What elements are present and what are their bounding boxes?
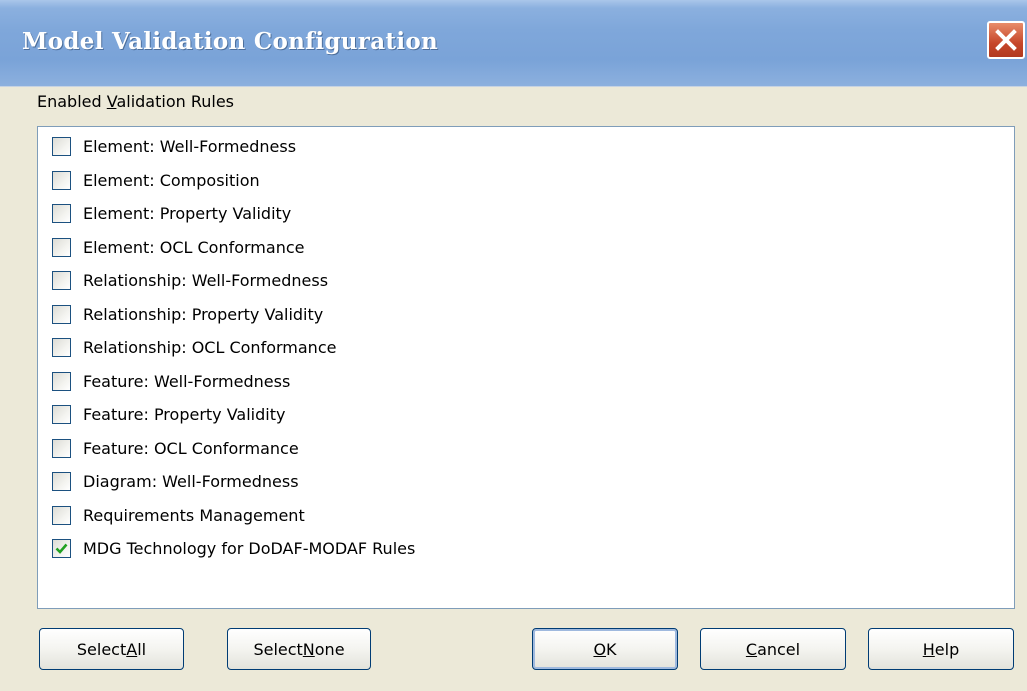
rule-label: Feature: Property Validity: [83, 405, 286, 424]
button-mnemonic: H: [922, 639, 935, 659]
rule-label: Element: Property Validity: [83, 204, 292, 223]
button-mnemonic: C: [745, 639, 758, 659]
button-label-suffix: one: [314, 639, 345, 659]
title-bar[interactable]: Model Validation Configuration: [0, 0, 1027, 87]
button-mnemonic: A: [126, 639, 138, 659]
button-label-suffix: K: [606, 639, 617, 659]
rule-checkbox[interactable]: [52, 371, 71, 391]
rule-label: Relationship: Well-Formedness: [83, 271, 329, 290]
button-label-suffix: ancel: [757, 639, 801, 659]
rule-item[interactable]: Element: Well-Formedness: [52, 130, 296, 163]
checkmark-icon: [55, 543, 68, 554]
label-text-prefix: Enabled: [37, 92, 107, 111]
rule-label: Element: Composition: [83, 170, 260, 190]
rule-checkbox[interactable]: [52, 505, 71, 525]
close-button[interactable]: [987, 21, 1025, 59]
ok-button[interactable]: OK: [532, 628, 678, 670]
rule-checkbox[interactable]: [52, 405, 71, 424]
rule-checkbox[interactable]: [52, 338, 71, 357]
rule-item[interactable]: Element: Property Validity: [52, 197, 291, 230]
rule-item[interactable]: Relationship: Well-Formedness: [52, 264, 328, 297]
rule-checkbox[interactable]: [52, 304, 71, 324]
rule-checkbox[interactable]: [52, 271, 71, 290]
button-label-prefix: Select: [253, 639, 303, 659]
rule-label: Relationship: Property Validity: [83, 304, 324, 324]
label-text-suffix: alidation Rules: [116, 92, 235, 111]
button-label-prefix: Select: [76, 639, 127, 659]
button-label-suffix: ll: [137, 639, 147, 659]
select-all-button[interactable]: Select All: [39, 628, 184, 670]
rule-checkbox[interactable]: [52, 438, 71, 458]
rule-label: Diagram: Well-Formedness: [83, 472, 299, 491]
window-title: Model Validation Configuration: [22, 28, 439, 55]
rule-label: Element: OCL Conformance: [83, 237, 305, 257]
rule-label: Relationship: OCL Conformance: [83, 338, 337, 357]
rule-checkbox[interactable]: [52, 539, 71, 558]
help-button[interactable]: Help: [868, 628, 1014, 670]
button-mnemonic: N: [302, 639, 315, 659]
validation-rules-list[interactable]: Element: Well-Formedness Element: Composi…: [37, 126, 1015, 609]
select-none-button[interactable]: Select None: [227, 628, 371, 670]
rule-label: Element: Well-Formedness: [83, 137, 297, 156]
rule-item[interactable]: Diagram: Well-Formedness: [52, 465, 299, 498]
rule-item[interactable]: Feature: OCL Conformance: [52, 432, 299, 465]
cancel-button[interactable]: Cancel: [700, 628, 846, 670]
rule-label: Feature: OCL Conformance: [83, 438, 299, 458]
rule-item[interactable]: Relationship: OCL Conformance: [52, 331, 336, 364]
rule-item[interactable]: Element: OCL Conformance: [52, 231, 304, 264]
label-mnemonic: V: [106, 92, 117, 111]
rule-item[interactable]: MDG Technology for DoDAF-MODAF Rules: [52, 532, 415, 565]
rule-checkbox[interactable]: [52, 137, 71, 156]
rule-checkbox[interactable]: [52, 170, 71, 190]
rule-label: Feature: Well-Formedness: [83, 371, 291, 391]
rule-checkbox[interactable]: [52, 237, 71, 257]
rule-label: Requirements Management: [83, 505, 305, 525]
button-label-suffix: elp: [934, 639, 960, 659]
rule-item[interactable]: Feature: Well-Formedness: [52, 365, 290, 398]
rule-item[interactable]: Relationship: Property Validity: [52, 298, 323, 331]
button-mnemonic: O: [593, 639, 607, 659]
close-icon: [995, 29, 1017, 51]
rule-item[interactable]: Feature: Property Validity: [52, 398, 285, 431]
rule-item[interactable]: Element: Composition: [52, 164, 260, 197]
rule-checkbox[interactable]: [52, 472, 71, 491]
rule-label: MDG Technology for DoDAF-MODAF Rules: [83, 539, 416, 558]
enabled-rules-label: Enabled Validation Rules: [37, 92, 234, 111]
rule-item[interactable]: Requirements Management: [52, 499, 305, 532]
rule-checkbox[interactable]: [52, 204, 71, 223]
